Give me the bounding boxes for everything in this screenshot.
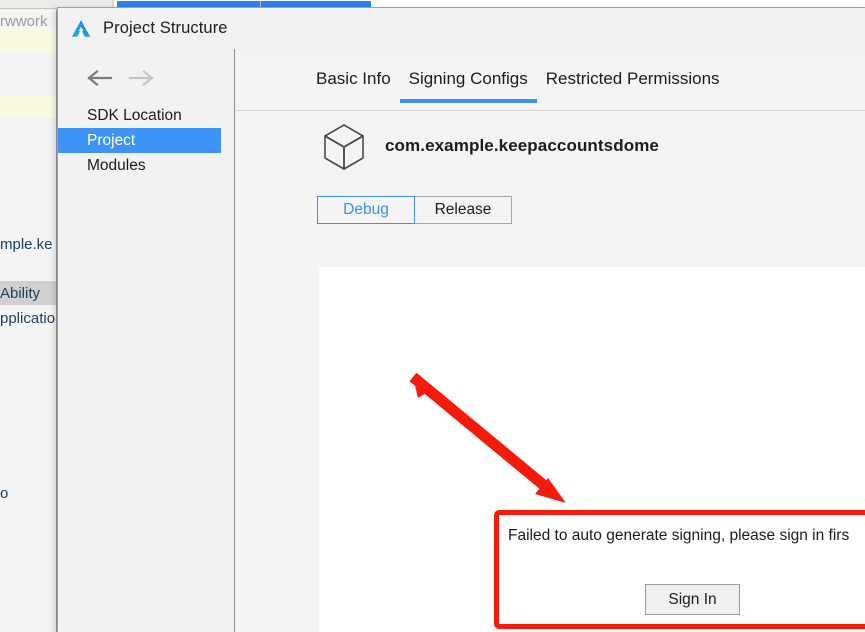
arrow-right-icon[interactable]	[128, 67, 154, 89]
tab-label: Signing Configs	[408, 69, 528, 88]
build-type-release-button[interactable]: Release	[414, 196, 512, 224]
ide-highlight-band	[0, 29, 56, 51]
sidebar-item-modules[interactable]: Modules	[58, 153, 235, 178]
build-type-toggle: Debug Release	[317, 196, 512, 224]
dialog-sidebar: SDK Location Project Modules	[58, 49, 235, 632]
ide-text-fragment: rwwork	[0, 13, 48, 30]
tab-basic-info[interactable]: Basic Info	[307, 63, 400, 103]
package-name: com.example.keepaccountsdome	[385, 136, 659, 155]
sidebar-item-label: SDK Location	[87, 106, 182, 124]
tab-label: Restricted Permissions	[545, 69, 720, 88]
sidebar-item-label: Project	[87, 131, 136, 149]
signing-config-panel	[319, 267, 865, 632]
sidebar-item-project[interactable]: Project	[58, 128, 221, 153]
dialog-titlebar: Project Structure	[58, 8, 865, 49]
navigation-arrows	[87, 67, 154, 89]
sidebar-list: SDK Location Project Modules	[58, 103, 235, 178]
sidebar-item-label: Modules	[87, 156, 146, 174]
cube-icon	[324, 124, 364, 170]
package-row: com.example.keepaccountsdome	[319, 120, 659, 172]
build-type-debug-button[interactable]: Debug	[317, 196, 415, 224]
ide-text-fragment: Ability	[0, 285, 41, 302]
tabs-row: Basic Info Signing Configs Restricted Pe…	[307, 63, 729, 103]
ide-highlight-band	[0, 96, 56, 118]
ide-editor-strip: rwwork mple.ke Ability pplicatio o	[0, 10, 57, 632]
deveco-studio-logo-icon	[71, 19, 91, 37]
ide-text-fragment: mple.ke	[0, 236, 53, 253]
signing-error-message: Failed to auto generate signing, please …	[508, 527, 850, 544]
sign-in-button[interactable]: Sign In	[645, 584, 740, 615]
tab-signing-configs[interactable]: Signing Configs	[399, 63, 537, 103]
tab-restricted-permissions[interactable]: Restricted Permissions	[537, 63, 729, 103]
ide-text-fragment: pplicatio	[0, 310, 56, 327]
tabs-bar: Basic Info Signing Configs Restricted Pe…	[236, 63, 865, 111]
arrow-left-icon[interactable]	[87, 67, 113, 89]
tab-label: Basic Info	[316, 69, 391, 88]
sidebar-item-sdk-location[interactable]: SDK Location	[58, 103, 235, 128]
build-type-label: Release	[434, 201, 492, 218]
build-type-label: Debug	[343, 201, 389, 218]
dialog-title: Project Structure	[103, 19, 228, 37]
ide-text-fragment: o	[0, 485, 9, 502]
